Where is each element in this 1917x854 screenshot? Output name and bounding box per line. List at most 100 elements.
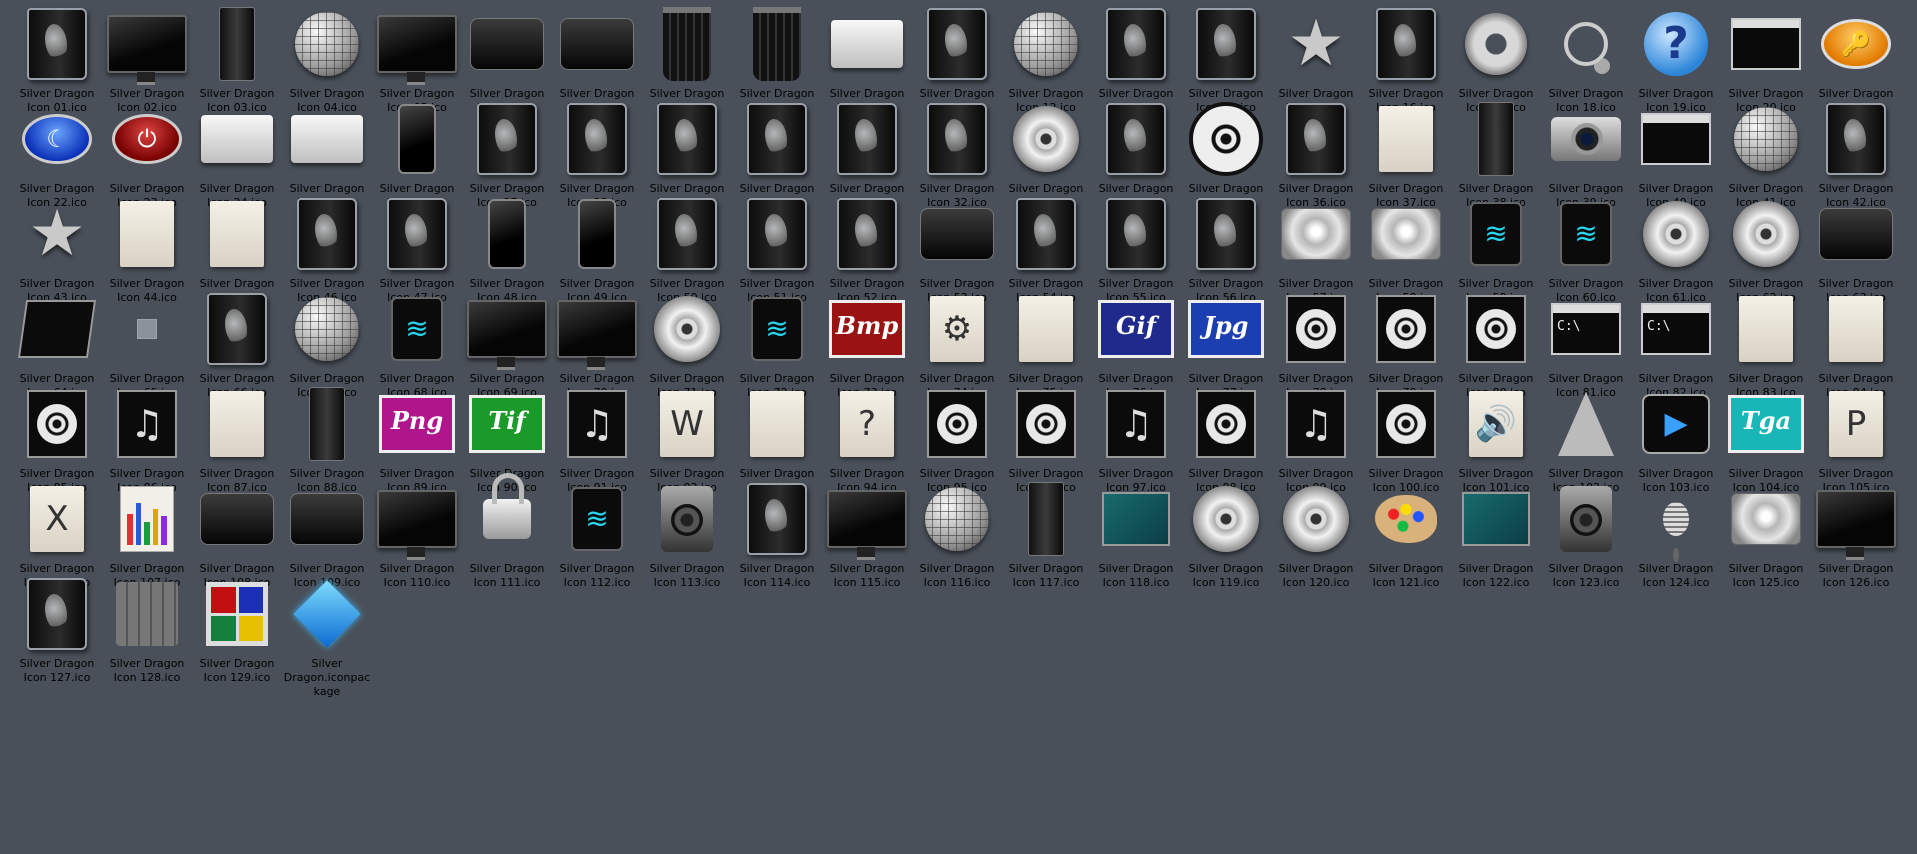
- paper-icon: 🔊: [1469, 391, 1523, 457]
- file-item[interactable]: Silver Dragon Icon 116.ico: [913, 479, 1001, 590]
- file-thumbnail: [1096, 194, 1176, 274]
- win-icon: [206, 582, 268, 646]
- book-icon: [1286, 103, 1346, 175]
- file-thumbnail: [1546, 479, 1626, 559]
- file-thumbnail: [737, 194, 817, 274]
- file-item[interactable]: Silver Dragon Icon 123.ico: [1542, 479, 1630, 590]
- file-item[interactable]: Silver Dragon Icon 128.ico: [103, 574, 191, 685]
- book-icon: [747, 483, 807, 555]
- globe-icon: [1014, 12, 1078, 76]
- file-label: Silver Dragon Icon 110.ico: [379, 562, 455, 589]
- tower-icon: [219, 7, 255, 81]
- file-thumbnail: [1546, 384, 1626, 464]
- window-icon: C:\: [1551, 303, 1621, 355]
- file-thumbnail: ?: [827, 384, 907, 464]
- file-thumbnail: Png: [377, 384, 457, 464]
- file-thumbnail: [1006, 289, 1086, 369]
- file-thumbnail: [467, 289, 547, 370]
- paper-icon: [210, 201, 264, 267]
- monitor-icon: [377, 490, 457, 560]
- file-item[interactable]: Silver Dragon Icon 124.ico: [1632, 479, 1720, 590]
- reel-icon: [1189, 102, 1263, 176]
- tower-icon: [1028, 482, 1064, 556]
- badge-icon: Tga: [1728, 395, 1804, 453]
- file-item[interactable]: Silver Dragon Icon 110.ico: [373, 479, 461, 590]
- file-label: Silver Dragon Icon 127.ico: [19, 657, 95, 684]
- file-thumbnail: ≋: [377, 289, 457, 369]
- file-thumbnail: [737, 99, 817, 179]
- book-icon: [567, 103, 627, 175]
- monitor-icon: [107, 15, 187, 85]
- file-thumbnail: ?: [1636, 4, 1716, 84]
- file-thumbnail: [827, 194, 907, 274]
- file-thumbnail: [1636, 194, 1716, 274]
- file-thumbnail: [827, 99, 907, 179]
- file-thumbnail: [1186, 384, 1266, 464]
- tiny-icon: [137, 319, 157, 339]
- paper-icon: P: [1829, 391, 1883, 457]
- file-item[interactable]: Silver Dragon Icon 113.ico: [643, 479, 731, 590]
- bluebtn-icon: ☾: [22, 114, 92, 164]
- gear-icon: [1465, 13, 1527, 75]
- file-item[interactable]: Silver Dragon Icon 125.ico: [1722, 479, 1810, 590]
- cube-icon: [293, 580, 361, 648]
- disc-icon: [654, 296, 720, 362]
- file-thumbnail: [1366, 194, 1446, 274]
- book-icon: [1106, 8, 1166, 80]
- paper-icon: ⚙: [930, 296, 984, 362]
- paper-icon: [750, 391, 804, 457]
- lock-icon: [483, 473, 531, 539]
- file-thumbnail: [1636, 479, 1716, 559]
- file-thumbnail: ★: [17, 194, 97, 274]
- file-item[interactable]: Silver Dragon Icon 129.ico: [193, 574, 281, 685]
- file-thumbnail: [1186, 479, 1266, 559]
- reelbox-icon: [1016, 390, 1076, 458]
- file-thumbnail: [287, 289, 367, 369]
- file-thumbnail: ▶: [1636, 384, 1716, 464]
- orange-icon: 🔑: [1821, 19, 1891, 69]
- file-item[interactable]: Silver Dragon Icon 118.ico: [1092, 479, 1180, 590]
- file-label: Silver Dragon Icon 111.ico: [469, 562, 545, 589]
- file-thumbnail: [917, 99, 997, 179]
- file-thumbnail: 🔑: [1816, 4, 1896, 84]
- file-thumbnail: [1006, 194, 1086, 274]
- file-thumbnail: [917, 384, 997, 464]
- file-thumbnail: [1096, 479, 1176, 559]
- file-item[interactable]: Silver Dragon Icon 127.ico: [13, 574, 101, 685]
- file-thumbnail: [1636, 99, 1716, 179]
- file-item[interactable]: Silver Dragon Icon 115.ico: [823, 479, 911, 590]
- file-item[interactable]: Silver Dragon.iconpackage: [283, 574, 371, 699]
- file-item[interactable]: Silver Dragon Icon 122.ico: [1452, 479, 1540, 590]
- mic-icon: [1663, 502, 1689, 536]
- bin-icon: [753, 7, 801, 81]
- file-thumbnail: ≋: [1456, 194, 1536, 274]
- star-icon: ★: [1287, 7, 1345, 81]
- bin-icon: [663, 7, 711, 81]
- file-item[interactable]: Silver Dragon Icon 120.ico: [1272, 479, 1360, 590]
- file-thumbnail: [467, 4, 547, 84]
- file-item[interactable]: Silver Dragon Icon 119.ico: [1182, 479, 1270, 590]
- chart-icon: [120, 486, 174, 552]
- file-item[interactable]: Silver Dragon Icon 117.ico: [1002, 479, 1090, 590]
- file-thumbnail: ≋: [737, 289, 817, 369]
- file-item[interactable]: Silver Dragon Icon 126.ico: [1812, 479, 1900, 590]
- file-label: Silver Dragon Icon 120.ico: [1278, 562, 1354, 589]
- file-thumbnail: W: [647, 384, 727, 464]
- file-thumbnail: Gif: [1096, 289, 1176, 369]
- icon-grid: Silver Dragon Icon 01.ico Silver Dragon I…: [0, 0, 1917, 854]
- file-thumbnail: [1726, 194, 1806, 274]
- file-item[interactable]: ≋ Silver Dragon Icon 112.ico: [553, 479, 641, 590]
- file-thumbnail: [467, 99, 547, 179]
- file-item[interactable]: Silver Dragon Icon 114.ico: [733, 479, 821, 590]
- file-item[interactable]: Silver Dragon Icon 111.ico: [463, 473, 551, 590]
- file-thumbnail: [737, 4, 817, 84]
- case-icon: [290, 493, 364, 545]
- file-thumbnail: ♫: [557, 384, 637, 464]
- file-thumbnail: [647, 4, 727, 84]
- paper-icon: [210, 391, 264, 457]
- file-thumbnail: Tif: [467, 384, 547, 464]
- file-item[interactable]: Silver Dragon Icon 121.ico: [1362, 479, 1450, 590]
- book-icon: [1196, 8, 1256, 80]
- redbtn-icon: ⏻: [112, 114, 182, 164]
- book-icon: [837, 103, 897, 175]
